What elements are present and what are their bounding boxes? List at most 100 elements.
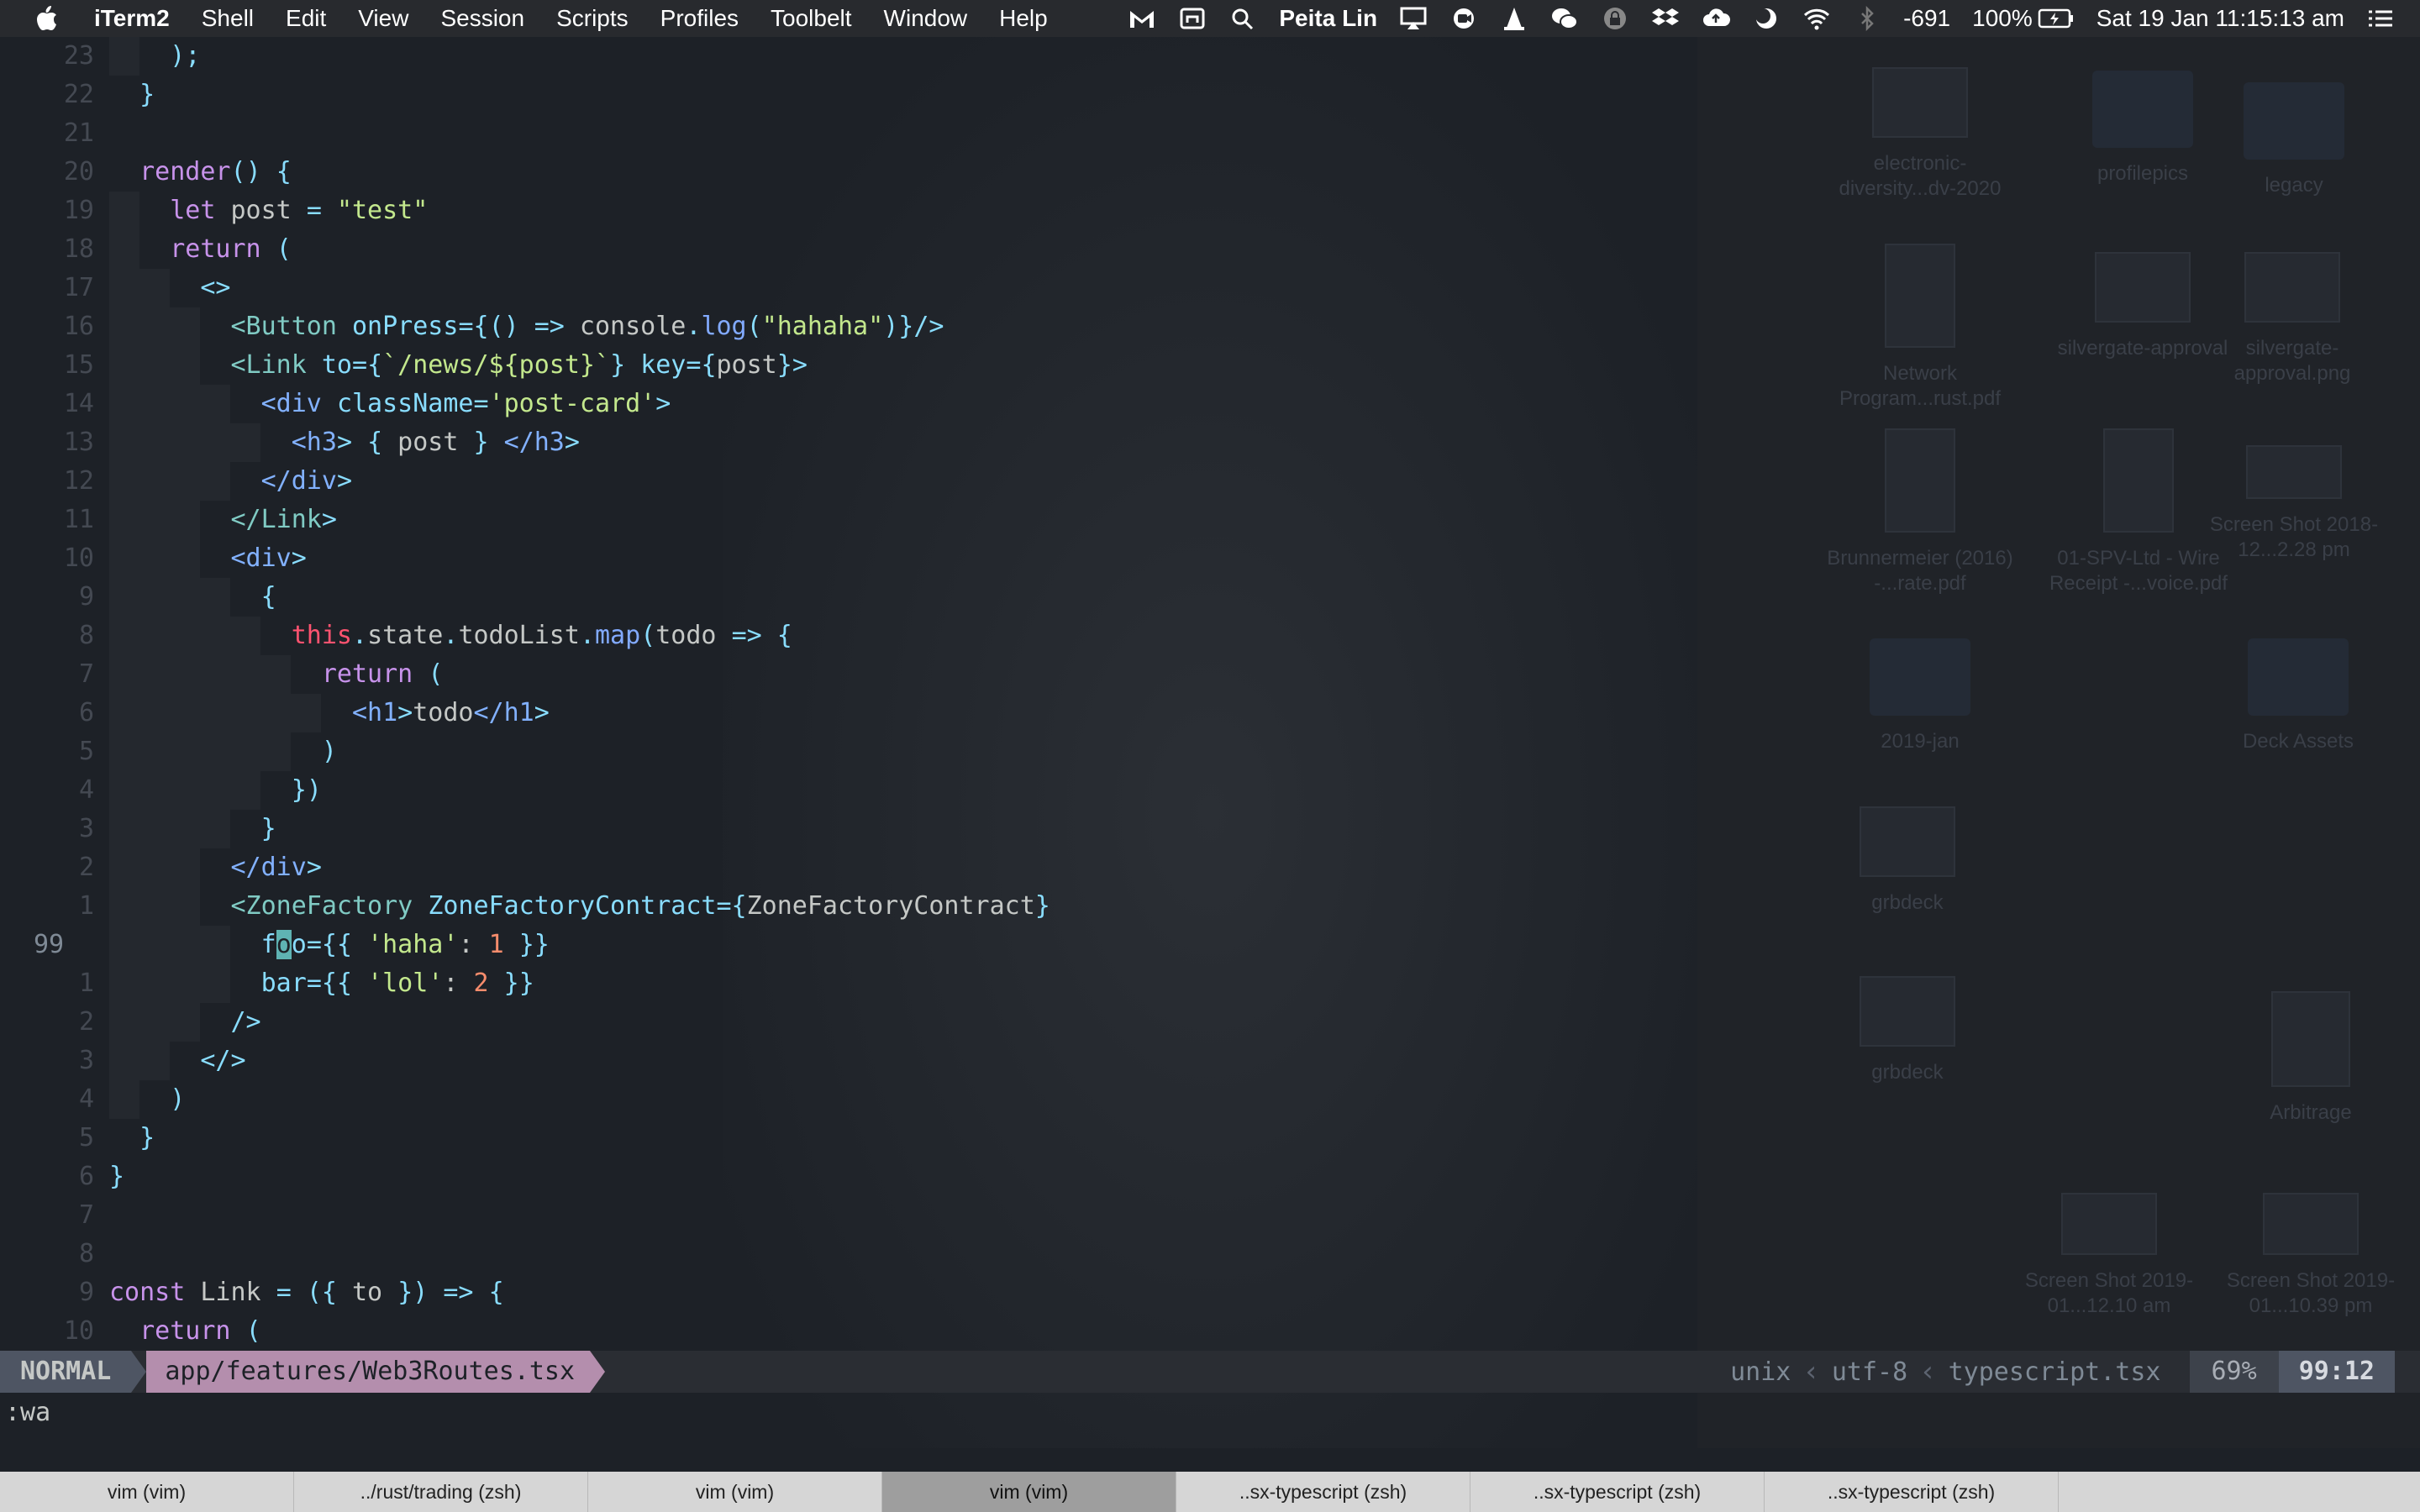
code-text: let post = "test" bbox=[170, 196, 429, 225]
code-line[interactable]: 11 </Link> bbox=[0, 501, 1681, 539]
tab-7[interactable]: ..sx-typescript (zsh) bbox=[1765, 1472, 2059, 1512]
code-line[interactable]: 20 render() { bbox=[0, 153, 1681, 192]
chevron-left-icon: ‹ bbox=[1919, 1355, 1937, 1389]
menu-shell[interactable]: Shell bbox=[202, 5, 254, 32]
line-number: 4 bbox=[78, 775, 94, 805]
screen-icon[interactable] bbox=[1178, 6, 1207, 31]
file-separator bbox=[590, 1351, 606, 1393]
menu-edit[interactable]: Edit bbox=[286, 5, 326, 32]
menu-app-name[interactable]: iTerm2 bbox=[94, 5, 170, 32]
indicator-value[interactable]: -691 bbox=[1903, 5, 1950, 32]
file-encoding: utf-8 bbox=[1831, 1357, 1908, 1387]
tab-5[interactable]: ..sx-typescript (zsh) bbox=[1176, 1472, 1470, 1512]
record-icon[interactable] bbox=[1449, 6, 1478, 31]
code-line[interactable]: 1 bar={{ 'lol': 2 }} bbox=[0, 964, 1681, 1003]
battery-percent[interactable]: 100% bbox=[1972, 5, 2033, 32]
search-icon[interactable] bbox=[1228, 6, 1257, 31]
code-line[interactable]: 10 return ( bbox=[0, 1312, 1681, 1351]
menu-view[interactable]: View bbox=[358, 5, 408, 32]
code-line[interactable]: 4 }) bbox=[0, 771, 1681, 810]
code-text: return ( bbox=[170, 234, 292, 264]
moon-icon[interactable] bbox=[1752, 6, 1781, 31]
line-number: 8 bbox=[78, 1239, 94, 1268]
list-icon[interactable] bbox=[2366, 6, 2395, 31]
code-line[interactable]: 21 bbox=[0, 114, 1681, 153]
code-line[interactable]: 6} bbox=[0, 1158, 1681, 1196]
code-line[interactable]: 19 let post = "test" bbox=[0, 192, 1681, 230]
menu-toolbelt[interactable]: Toolbelt bbox=[771, 5, 852, 32]
cloud-upload-icon[interactable] bbox=[1702, 6, 1731, 31]
menu-window[interactable]: Window bbox=[884, 5, 968, 32]
code-line[interactable]: 1 <ZoneFactory ZoneFactoryContract={Zone… bbox=[0, 887, 1681, 926]
line-number: 14 bbox=[63, 389, 94, 418]
battery-icon[interactable] bbox=[2038, 8, 2075, 29]
code-line[interactable]: 13 <h3> { post } </h3> bbox=[0, 423, 1681, 462]
code-line[interactable]: 2 /> bbox=[0, 1003, 1681, 1042]
code-line[interactable]: 5 } bbox=[0, 1119, 1681, 1158]
code-line[interactable]: 17 <> bbox=[0, 269, 1681, 307]
tab-6[interactable]: ..sx-typescript (zsh) bbox=[1470, 1472, 1765, 1512]
code-line[interactable]: 23 ); bbox=[0, 37, 1681, 76]
code-line[interactable]: 18 return ( bbox=[0, 230, 1681, 269]
line-number: 3 bbox=[78, 1046, 94, 1075]
airplay-icon[interactable] bbox=[1399, 6, 1428, 31]
code-text: ) bbox=[170, 1084, 186, 1114]
line-number: 1 bbox=[78, 969, 94, 998]
scroll-percent: 69% bbox=[2189, 1351, 2279, 1393]
code-line[interactable]: 22 } bbox=[0, 76, 1681, 114]
code-line[interactable]: 7 bbox=[0, 1196, 1681, 1235]
code-line[interactable]: 6 <h1>todo</h1> bbox=[0, 694, 1681, 732]
terminal-window[interactable]: 23 ); 22 } 21 20 render() {19 let post = "t… bbox=[0, 37, 2420, 1448]
code-line[interactable]: 8 this.state.todoList.map(todo => { bbox=[0, 617, 1681, 655]
code-line[interactable]: 9 { bbox=[0, 578, 1681, 617]
menu-help[interactable]: Help bbox=[999, 5, 1048, 32]
tab-1[interactable]: vim (vim) bbox=[0, 1472, 294, 1512]
chevron-left-icon: ‹ bbox=[1802, 1355, 1820, 1389]
line-number: 16 bbox=[63, 312, 94, 341]
code-text: <ZoneFactory ZoneFactoryContract={ZoneFa… bbox=[230, 891, 1050, 921]
menu-clock[interactable]: Sat 19 Jan 11:15:13 am bbox=[2096, 5, 2344, 32]
user-name[interactable]: Peita Lin bbox=[1279, 5, 1377, 32]
bluetooth-icon[interactable] bbox=[1853, 6, 1881, 31]
menu-scripts[interactable]: Scripts bbox=[556, 5, 629, 32]
code-line[interactable]: 5 ) bbox=[0, 732, 1681, 771]
code-line[interactable]: 16 <Button onPress={() => console.log("h… bbox=[0, 307, 1681, 346]
lock-icon[interactable] bbox=[1601, 6, 1629, 31]
code-text: return ( bbox=[139, 1316, 261, 1346]
code-line[interactable]: 9 const Link = ({ to }) => { bbox=[0, 1273, 1681, 1312]
code-text: ) bbox=[321, 737, 337, 766]
code-line[interactable]: 15 <Link to={`/news/${post}`} key={post}… bbox=[0, 346, 1681, 385]
line-number: 5 bbox=[78, 737, 94, 766]
vlc-icon[interactable] bbox=[1500, 6, 1528, 31]
code-text: <Button onPress={() => console.log("haha… bbox=[230, 312, 944, 341]
tab-2[interactable]: ../rust/trading (zsh) bbox=[294, 1472, 588, 1512]
wechat-icon[interactable] bbox=[1550, 6, 1579, 31]
code-line[interactable]: 3 </> bbox=[0, 1042, 1681, 1080]
line-number: 3 bbox=[78, 814, 94, 843]
line-number: 22 bbox=[63, 80, 94, 109]
code-line[interactable]: 99 foo={{ 'haha': 1 }} bbox=[0, 926, 1681, 964]
code-line[interactable]: 12 </div> bbox=[0, 462, 1681, 501]
code-text: } bbox=[139, 1123, 155, 1152]
code-text: }) bbox=[291, 775, 322, 805]
code-line[interactable]: 14 <div className='post-card'> bbox=[0, 385, 1681, 423]
line-number: 7 bbox=[78, 659, 94, 689]
terminal-bottom bbox=[0, 1448, 2420, 1472]
menu-profiles[interactable]: Profiles bbox=[660, 5, 739, 32]
dropbox-icon[interactable] bbox=[1651, 6, 1680, 31]
code-line[interactable]: 2 </div> bbox=[0, 848, 1681, 887]
code-text: { bbox=[260, 582, 276, 612]
line-number: 21 bbox=[63, 118, 94, 148]
code-line[interactable]: 10 <div> bbox=[0, 539, 1681, 578]
wifi-icon[interactable] bbox=[1802, 6, 1831, 31]
apple-icon[interactable] bbox=[34, 4, 60, 33]
code-line[interactable]: 4 ) bbox=[0, 1080, 1681, 1119]
tab-4[interactable]: vim (vim) bbox=[882, 1472, 1176, 1512]
gmail-icon[interactable] bbox=[1128, 6, 1156, 31]
code-line[interactable]: 8 bbox=[0, 1235, 1681, 1273]
tab-3[interactable]: vim (vim) bbox=[588, 1472, 882, 1512]
code-line[interactable]: 3 } bbox=[0, 810, 1681, 848]
menu-session[interactable]: Session bbox=[440, 5, 524, 32]
command-line[interactable]: :wa bbox=[5, 1394, 50, 1431]
code-line[interactable]: 7 return ( bbox=[0, 655, 1681, 694]
